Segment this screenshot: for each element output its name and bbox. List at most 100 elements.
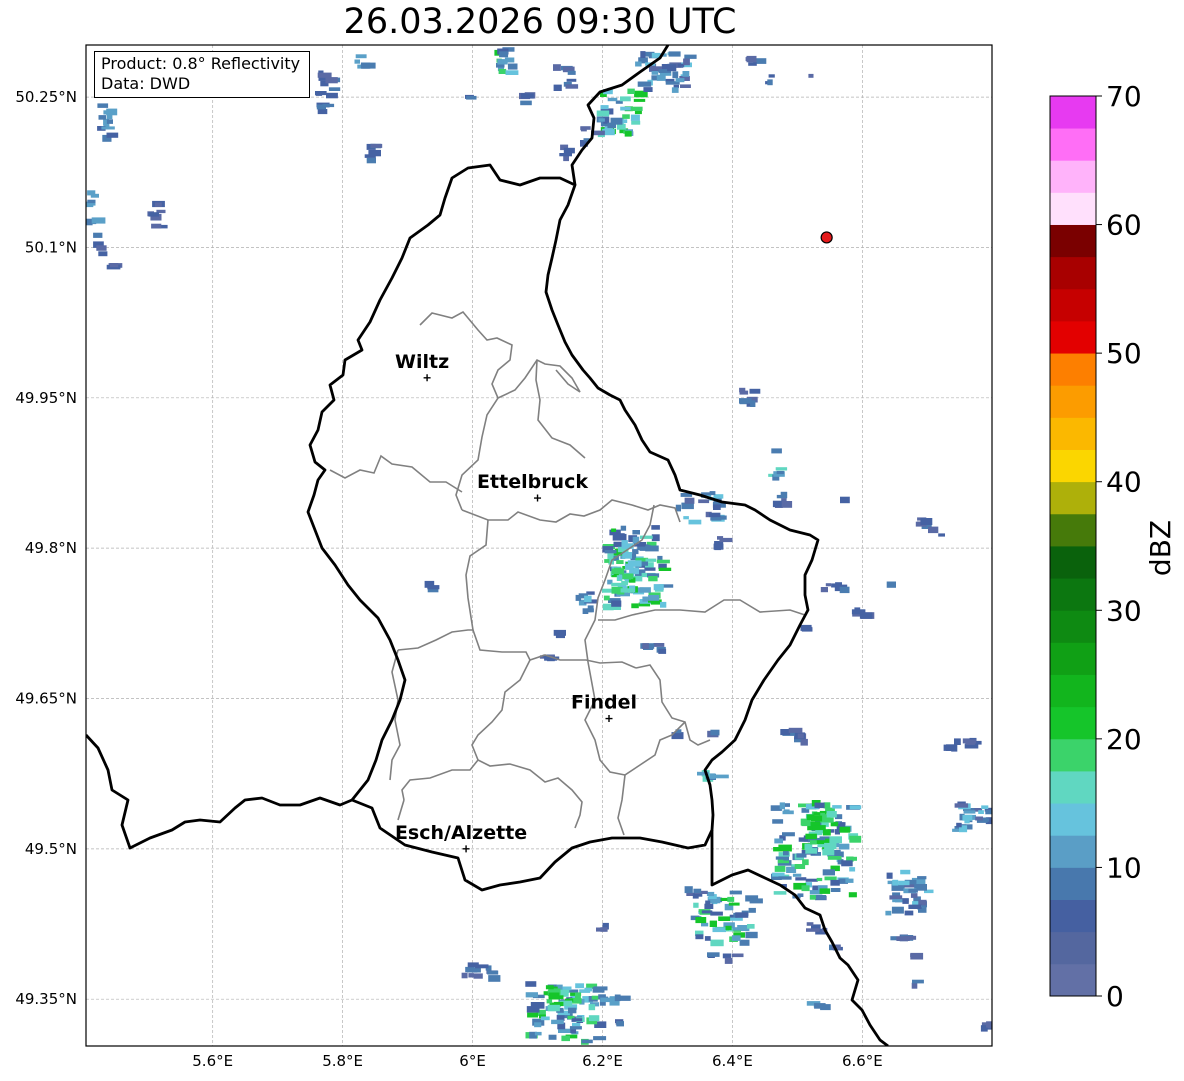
radar-echo-pixel (698, 499, 710, 504)
radar-echo-pixel (317, 109, 328, 115)
colorbar-segment (1050, 449, 1096, 483)
radar-echo-pixel (328, 87, 341, 91)
radar-echo-pixel (661, 64, 668, 70)
radar-echo-pixel (747, 924, 755, 929)
radar-echo-pixel (848, 892, 857, 898)
radar-echo-pixel (525, 992, 538, 998)
radar-echo-pixel (704, 936, 711, 941)
radar-echo-pixel (707, 952, 720, 957)
radar-echo-pixel (772, 872, 785, 877)
colorbar-tick-label: 70 (1106, 80, 1142, 113)
radar-echo-pixel (468, 973, 474, 978)
radar-echo-pixel (725, 925, 732, 930)
radar-echo-pixel (101, 126, 115, 130)
radar-echo-pixel (645, 558, 657, 562)
colorbar-segment (1050, 160, 1096, 193)
radar-echo-pixel (637, 81, 652, 87)
radar-echo-pixel (643, 87, 653, 92)
radar-echo-pixel (616, 1021, 624, 1027)
colorbar-segment (1050, 288, 1096, 322)
colorbar-segment (1050, 899, 1096, 933)
radar-echo-pixel (834, 829, 840, 835)
radar-echo-pixel (768, 74, 775, 78)
radar-echo-pixel (713, 504, 721, 510)
colorbar-segment (1050, 867, 1096, 900)
radar-echo-pixel (695, 917, 707, 924)
lon-tick-label: 6°E (459, 1052, 486, 1070)
radar-echo-pixel (938, 533, 945, 537)
radar-echo-pixel (627, 560, 642, 567)
radar-echo-pixel (704, 903, 714, 909)
radar-echo-pixel (98, 115, 107, 120)
radar-echo-pixel (555, 633, 565, 639)
radar-echo-pixel (565, 84, 579, 89)
radar-echo-pixel (642, 643, 649, 649)
radar-echo-pixel (683, 58, 690, 66)
radar-echo-pixel (822, 829, 831, 836)
radar-echo-pixel (693, 888, 702, 894)
radar-echo-pixel (561, 1035, 570, 1042)
radar-echo-pixel (822, 849, 835, 856)
radar-echo-pixel (644, 567, 656, 571)
radar-echo-pixel (841, 860, 853, 867)
colorbar-tick-label: 40 (1106, 466, 1142, 499)
radar-echo-pixel (778, 876, 792, 880)
radar-echo-pixel (814, 802, 825, 809)
radar-echo-pixel (607, 97, 618, 102)
radar-echo-pixel (355, 54, 367, 59)
radar-echo-pixel (896, 936, 910, 941)
colorbar-segment (1050, 96, 1096, 129)
radar-echo-pixel (731, 953, 744, 958)
radar-echo-pixel (632, 530, 640, 535)
radar-echo-pixel (87, 199, 96, 204)
radar-echo-pixel (148, 212, 159, 217)
radar-echo-pixel (728, 902, 740, 906)
radar-echo-pixel (360, 62, 371, 69)
radar-echo-pixel (621, 580, 629, 586)
colorbar-segment (1050, 803, 1096, 836)
colorbar-tick-label: 30 (1106, 594, 1142, 627)
radar-echo-pixel (467, 962, 479, 968)
radar-echo-pixel (325, 77, 338, 84)
radar-echo-pixel (645, 545, 659, 552)
radar-echo-pixel (824, 842, 837, 849)
radar-echo-pixel (154, 202, 162, 207)
radar-echo-pixel (779, 802, 785, 810)
radar-echo-pixel (613, 541, 623, 548)
radar-echo-pixel (563, 147, 575, 154)
radar-echo-pixel (596, 110, 610, 117)
colorbar-tick-label: 10 (1106, 851, 1142, 884)
city-label: Findel (571, 692, 637, 714)
colorbar-segment (1050, 738, 1096, 772)
radar-echo-pixel (553, 84, 562, 91)
radar-echo-pixel (593, 986, 608, 991)
location-marker[interactable] (820, 231, 833, 244)
radar-echo-pixel (797, 733, 804, 739)
radar-echo-pixel (504, 57, 515, 63)
radar-echo-pixel (318, 77, 327, 81)
radar-echo-pixel (775, 467, 788, 471)
radar-echo-pixel (806, 922, 814, 926)
radar-echo-pixel (354, 59, 360, 64)
radar-echo-pixel (813, 812, 821, 816)
radar-echo-pixel (588, 1015, 600, 1022)
radar-echo-pixel (792, 873, 802, 877)
radar-echo-pixel (600, 927, 608, 932)
radar-echo-pixel (656, 559, 670, 564)
radar-echo-pixel (820, 587, 828, 593)
radar-echo-pixel (87, 190, 96, 196)
radar-echo-pixel (688, 519, 702, 525)
radar-echo-pixel (527, 1012, 538, 1018)
radar-echo-pixel (520, 93, 534, 99)
radar-echo-pixel (660, 601, 667, 608)
colorbar-segment (1050, 706, 1096, 740)
radar-echo-pixel (648, 595, 660, 601)
radar-echo-pixel (830, 879, 840, 886)
product-label: Product: 0.8° Reflectivity (101, 54, 301, 73)
radar-echo-pixel (908, 888, 918, 893)
radar-echo-pixel (823, 802, 831, 809)
radar-echo-pixel (93, 232, 103, 238)
radar-echo-pixel (816, 877, 823, 882)
radar-echo-pixel (917, 876, 927, 880)
radar-echo-pixel (614, 994, 621, 1002)
